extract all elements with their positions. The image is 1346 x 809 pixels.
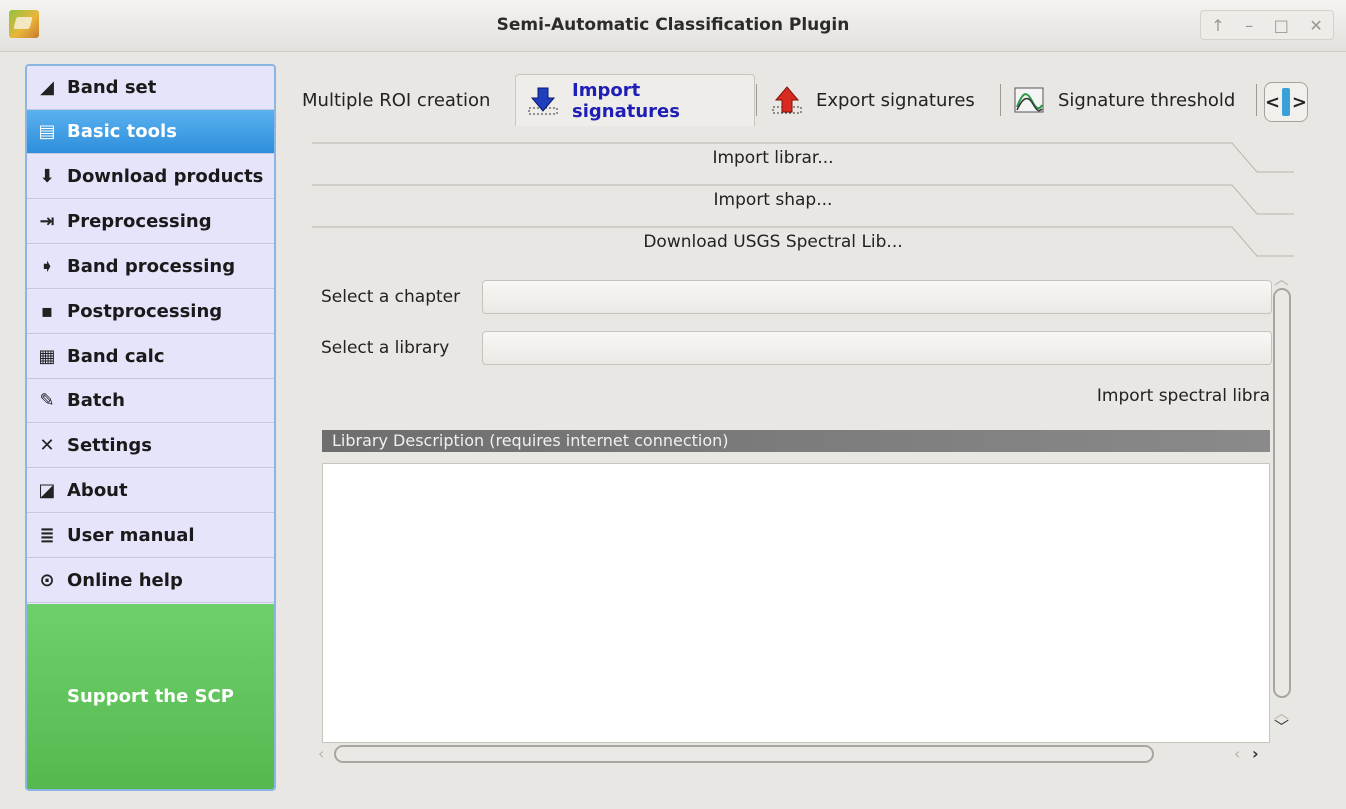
import-spectral-library-button[interactable]: Import spectral libra bbox=[1070, 386, 1270, 414]
settings-icon: ✕ bbox=[39, 435, 55, 456]
scroll-right-icon[interactable]: › bbox=[1252, 744, 1259, 763]
about-icon: ◪ bbox=[38, 480, 56, 501]
support-the-scp-button[interactable]: Support the SCP bbox=[27, 604, 274, 789]
scroll-up-icon[interactable]: ︿ bbox=[1274, 268, 1289, 289]
accordion-label: Download USGS Spectral Lib... bbox=[643, 232, 903, 252]
sidebar-item-label: Online help bbox=[67, 570, 183, 591]
export-arrow-icon bbox=[772, 85, 802, 115]
sidebar-item-label: Settings bbox=[67, 435, 152, 456]
sidebar-item-band-set[interactable]: ◢ Band set bbox=[27, 66, 274, 110]
tab-separator bbox=[756, 84, 757, 116]
sidebar-item-download-products[interactable]: ⬇ Download products bbox=[27, 155, 274, 199]
library-combobox[interactable] bbox=[482, 331, 1272, 365]
download-icon: ⬇ bbox=[39, 166, 55, 187]
chapter-combobox[interactable] bbox=[482, 280, 1272, 314]
sidebar-item-label: Band calc bbox=[67, 346, 165, 367]
tab-label: Signature threshold bbox=[1058, 89, 1236, 111]
sidebar-item-label: About bbox=[67, 480, 128, 501]
tab-scroll-buttons[interactable]: < > bbox=[1264, 82, 1308, 122]
layers-icon: ◢ bbox=[40, 77, 54, 98]
sidebar-item-preprocessing[interactable]: ⇥ Preprocessing bbox=[27, 200, 274, 244]
tools-icon: ▤ bbox=[38, 121, 56, 142]
tab-bar: Multiple ROI creation Import signatures … bbox=[290, 74, 1320, 126]
title-bar: Semi-Automatic Classification Plugin ↑ –… bbox=[0, 0, 1346, 52]
preprocessing-icon: ⇥ bbox=[39, 211, 55, 232]
sidebar: ◢ Band set ▤ Basic tools ⬇ Download prod… bbox=[25, 64, 276, 791]
sidebar-item-label: User manual bbox=[67, 525, 195, 546]
sidebar-item-user-manual[interactable]: ≣ User manual bbox=[27, 514, 274, 558]
manual-icon: ≣ bbox=[39, 525, 55, 546]
tab-label: Multiple ROI creation bbox=[302, 89, 491, 111]
horizontal-scrollbar-thumb[interactable] bbox=[334, 745, 1154, 763]
tab-separator bbox=[1000, 84, 1001, 116]
accordion-import-library[interactable]: Import librar... bbox=[312, 142, 1294, 182]
sidebar-item-batch[interactable]: ✎ Batch bbox=[27, 379, 274, 423]
tab-label: Import signatures bbox=[572, 79, 680, 122]
sidebar-item-basic-tools[interactable]: ▤ Basic tools bbox=[27, 110, 274, 154]
sidebar-item-postprocessing[interactable]: ▪ Postprocessing bbox=[27, 290, 274, 334]
tab-scroll-indicator bbox=[1282, 88, 1290, 116]
library-description-header: Library Description (requires internet c… bbox=[322, 430, 1270, 452]
accordion-import-shapefile[interactable]: Import shap... bbox=[312, 184, 1294, 224]
sidebar-item-label: Basic tools bbox=[67, 121, 177, 142]
tab-scroll-left-icon[interactable]: < bbox=[1265, 92, 1280, 113]
scroll-down-icon[interactable]: ﹀ bbox=[1274, 716, 1289, 737]
sidebar-item-settings[interactable]: ✕ Settings bbox=[27, 424, 274, 468]
scroll-left-icon[interactable]: ‹ bbox=[318, 744, 324, 763]
close-icon[interactable]: ✕ bbox=[1309, 16, 1322, 35]
sidebar-item-online-help[interactable]: ⊙ Online help bbox=[27, 559, 274, 603]
sidebar-item-band-processing[interactable]: ➧ Band processing bbox=[27, 245, 274, 289]
tab-label: Export signatures bbox=[816, 89, 975, 111]
sidebar-item-label: Preprocessing bbox=[67, 211, 212, 232]
sidebar-item-label: Postprocessing bbox=[67, 301, 223, 322]
sidebar-item-label: Band set bbox=[67, 77, 157, 98]
maximize-icon[interactable]: □ bbox=[1274, 16, 1289, 35]
tab-export-signatures[interactable]: Export signatures bbox=[772, 74, 975, 126]
calculator-icon: ▦ bbox=[38, 346, 56, 367]
tab-import-signatures[interactable]: Import signatures bbox=[515, 74, 755, 126]
batch-icon: ✎ bbox=[39, 390, 55, 411]
import-arrow-icon bbox=[528, 86, 558, 116]
sidebar-item-label: Band processing bbox=[67, 256, 236, 277]
tab-signature-threshold[interactable]: Signature threshold bbox=[1014, 74, 1235, 126]
window-controls: ↑ – □ ✕ bbox=[1200, 10, 1334, 40]
tab-multiple-roi-creation[interactable]: Multiple ROI creation bbox=[302, 74, 490, 126]
library-label: Select a library bbox=[321, 338, 450, 358]
sidebar-item-about[interactable]: ◪ About bbox=[27, 469, 274, 513]
vertical-scrollbar-thumb[interactable] bbox=[1273, 288, 1291, 698]
accordion-label: Import librar... bbox=[712, 148, 834, 168]
scroll-left-small-icon[interactable]: ‹ bbox=[1234, 744, 1240, 763]
accordion-download-usgs-spectral-library[interactable]: Download USGS Spectral Lib... bbox=[312, 226, 1294, 266]
sidebar-item-label: Batch bbox=[67, 390, 125, 411]
postprocessing-icon: ▪ bbox=[40, 301, 54, 322]
sidebar-item-band-calc[interactable]: ▦ Band calc bbox=[27, 335, 274, 379]
sidebar-item-label: Download products bbox=[67, 166, 264, 187]
chapter-label: Select a chapter bbox=[321, 287, 461, 307]
help-icon: ⊙ bbox=[39, 570, 55, 591]
keep-above-icon[interactable]: ↑ bbox=[1211, 16, 1224, 35]
band-processing-icon: ➧ bbox=[39, 256, 55, 277]
minimize-icon[interactable]: – bbox=[1245, 16, 1253, 35]
library-description-area[interactable] bbox=[322, 463, 1270, 743]
accordion-label: Import shap... bbox=[713, 190, 833, 210]
threshold-chart-icon bbox=[1014, 85, 1044, 115]
window-title: Semi-Automatic Classification Plugin bbox=[496, 15, 850, 35]
tab-separator bbox=[1256, 84, 1257, 116]
tab-scroll-right-icon[interactable]: > bbox=[1292, 92, 1307, 113]
